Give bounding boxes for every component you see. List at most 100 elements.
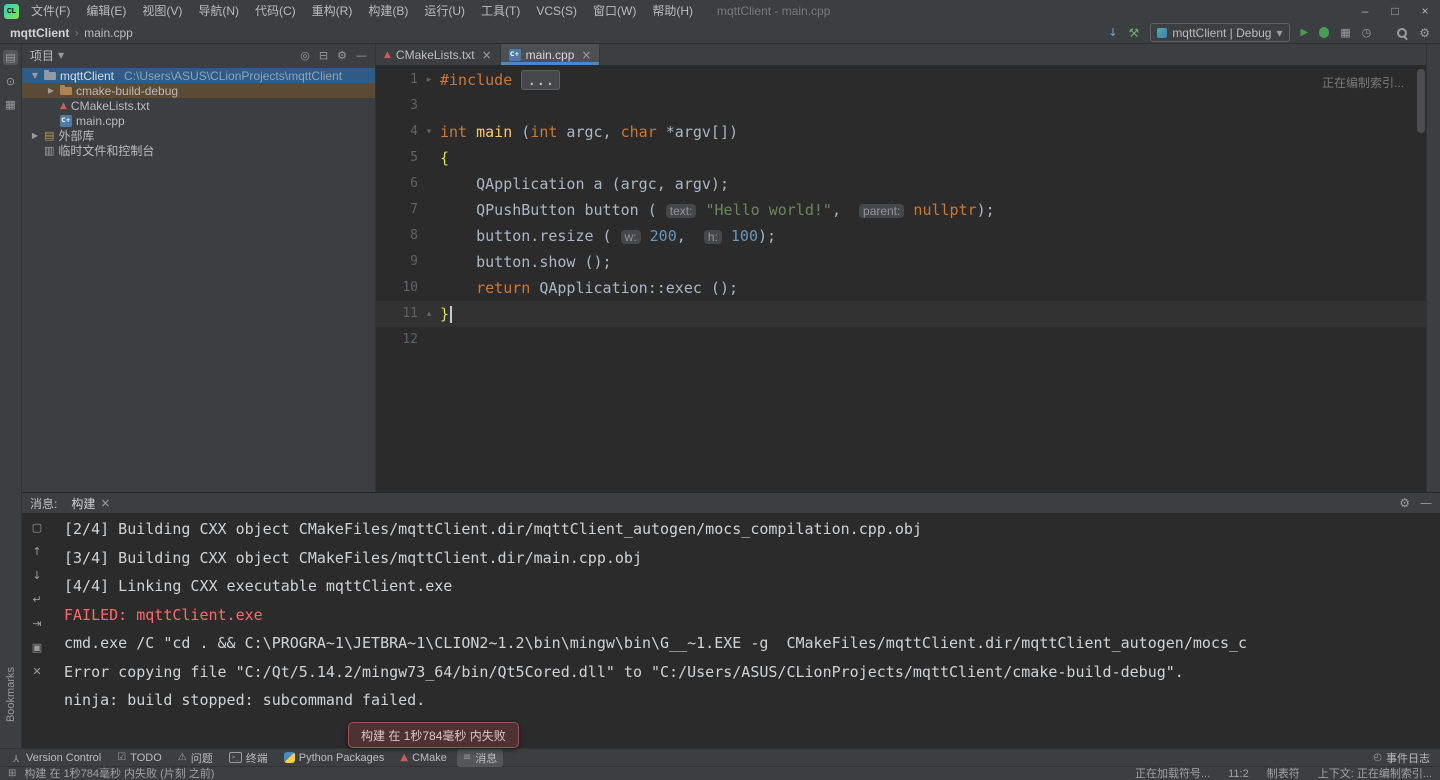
breadcrumb-project[interactable]: mqttClient (10, 26, 69, 40)
fold-marker-icon (418, 197, 440, 223)
close-icon[interactable]: × (1410, 0, 1440, 22)
up-icon[interactable]: ↑ (32, 545, 41, 558)
structure-icon[interactable]: ▦ (5, 98, 15, 111)
editor-scrollbar[interactable] (1416, 66, 1426, 492)
minimize-icon[interactable]: – (1350, 0, 1380, 22)
editor-tab[interactable]: ▲ CMakeLists.txt × (376, 44, 501, 65)
settings-icon[interactable]: ⚙ (1419, 26, 1430, 40)
tool-window-tab[interactable]: ▲ CMake (394, 751, 453, 765)
tree-expand-icon[interactable]: ▶ (30, 131, 40, 140)
maximize-icon[interactable]: □ (1380, 0, 1410, 22)
code-area: 1 ▸ #include ... 3 4 ▾ int main (int argc, cha… (376, 67, 1426, 353)
menu-item[interactable]: 帮助(H) (644, 0, 701, 22)
tool-window-switcher-icon[interactable]: ⊞ (8, 767, 16, 780)
project-icon[interactable]: ▤ (3, 50, 18, 65)
menu-item[interactable]: 运行(U) (416, 0, 473, 22)
line-number: 4 (410, 124, 418, 139)
close-icon[interactable]: × (581, 48, 591, 62)
project-panel-title[interactable]: 项目 (30, 47, 54, 64)
menu-item[interactable]: 窗口(W) (585, 0, 644, 22)
tool-window-tab[interactable]: ☑ TODO (111, 751, 168, 765)
hammer-icon[interactable]: ⚒ (1129, 26, 1140, 40)
event-log-button[interactable]: ◴ 事件日志 (1373, 750, 1434, 766)
code-line: 8 button.resize ( w: 200, h: 100); (376, 223, 1426, 249)
menu-item[interactable]: 代码(C) (247, 0, 304, 22)
editor-tab[interactable]: main.cpp × (500, 44, 601, 65)
commit-icon[interactable]: ⊙ (6, 75, 15, 88)
bottom-tabs-container: Version Control ☑TODO ⚠问题 终端 Python Packages… (6, 748, 504, 767)
fold-marker-icon (418, 249, 440, 275)
fold-marker-icon[interactable]: ▾ (418, 119, 440, 145)
line-number: 7 (410, 202, 418, 217)
search-icon[interactable] (1396, 27, 1408, 39)
hide-icon[interactable]: — (1420, 496, 1432, 510)
menu-bar: 文件(F) 编辑(E) 视图(V) 导航(N) 代码(C) 重构(R) 构建(B) 运行(U)… (23, 0, 701, 22)
collapse-icon[interactable]: ⊟ (319, 49, 328, 62)
tree-row[interactable]: main.cpp (22, 113, 375, 128)
indent-indicator[interactable]: 制表符 (1267, 767, 1300, 780)
menu-item[interactable]: VCS(S) (528, 0, 585, 22)
tool-window-tab[interactable]: Python Packages (278, 751, 391, 765)
tool-window-tab[interactable]: ⚠ 问题 (172, 749, 219, 767)
tree-expand-icon[interactable]: ▶ (46, 86, 56, 95)
code-editor[interactable]: 1 ▸ #include ... 3 4 ▾ int main (int argc, cha… (376, 66, 1426, 492)
scroll-end-icon[interactable]: ⇥ (32, 617, 41, 630)
print-icon[interactable]: ▣ (32, 641, 42, 654)
fold-marker-icon[interactable]: ▴ (418, 301, 440, 327)
menu-item[interactable]: 重构(R) (304, 0, 361, 22)
cmake-icon: ▲ (60, 100, 67, 111)
tree-row[interactable]: ▥ 临时文件和控制台 (22, 143, 375, 158)
line-number: 11 (402, 306, 418, 321)
tree-row[interactable]: ▼ mqttClient C:\Users\ASUS\CLionProjects\m… (22, 68, 375, 83)
build-failed-balloon[interactable]: 构建 在 1秒784毫秒 内失败 (348, 722, 519, 748)
nav-left-icons: ↓ ⚒ (1108, 26, 1139, 40)
clear-icon[interactable]: ✕ (32, 665, 41, 678)
context-indicator: 上下文: 正在编制索引... (1317, 767, 1432, 780)
hide-icon[interactable]: — (356, 49, 367, 62)
tree-row[interactable]: ▶ ▤ 外部库 (22, 128, 375, 143)
tool-window-tab[interactable]: Version Control (6, 751, 107, 765)
settings-icon[interactable]: ⚙ (337, 49, 347, 62)
profiler-icon[interactable]: ◷ (1362, 26, 1372, 39)
code-text: button.show (); (440, 253, 612, 271)
down-icon[interactable]: ↓ (32, 569, 41, 582)
problems-icon: ⚠ (177, 752, 187, 763)
bookmarks-tool-button[interactable]: Bookmarks (5, 667, 17, 722)
tool-window-tab[interactable]: 终端 (223, 749, 274, 767)
tree-path: C:\Users\ASUS\CLionProjects\mqttClient (124, 68, 343, 83)
run-config-select[interactable]: mqttClient | Debug ▾ (1150, 23, 1290, 42)
chevron-down-icon[interactable]: ▾ (58, 48, 64, 62)
tree-row[interactable]: ▲ CMakeLists.txt (22, 98, 375, 113)
titlebar: CL 文件(F) 编辑(E) 视图(V) 导航(N) 代码(C) 重构(R) 构建(B) 运行… (0, 0, 1440, 22)
breadcrumb-file[interactable]: main.cpp (84, 26, 133, 40)
menu-item[interactable]: 构建(B) (360, 0, 416, 22)
event-log-label: 事件日志 (1386, 752, 1430, 765)
close-icon[interactable]: × (100, 496, 110, 510)
tool-window-tab-label: CMake (412, 751, 447, 764)
vcs-update-icon[interactable]: ↓ (1108, 26, 1117, 39)
menu-item[interactable]: 编辑(E) (78, 0, 134, 22)
soft-wrap-icon[interactable]: ↵ (32, 593, 41, 606)
locate-icon[interactable]: ◎ (300, 49, 310, 62)
menu-item[interactable]: 文件(F) (23, 0, 78, 22)
project-tree[interactable]: ▼ mqttClient C:\Users\ASUS\CLionProjects\m… (22, 66, 375, 158)
build-tab[interactable]: 构建 × (67, 495, 114, 512)
editor-tabbar: ▲ CMakeLists.txt × main.cpp × (376, 44, 1426, 66)
caret-position[interactable]: 11:2 (1228, 767, 1249, 780)
coverage-icon[interactable]: ▦ (1340, 26, 1350, 39)
scrollbar-thumb[interactable] (1417, 69, 1425, 133)
build-output[interactable]: [2/4] Building CXX object CMakeFiles/mqt… (52, 513, 1440, 748)
run-icon[interactable]: ▶ (1301, 27, 1309, 38)
menu-item[interactable]: 工具(T) (473, 0, 528, 22)
menu-item[interactable]: 导航(N) (190, 0, 247, 22)
tree-row[interactable]: ▶ cmake-build-debug (22, 83, 375, 98)
close-icon[interactable]: × (482, 48, 492, 62)
fold-marker-icon[interactable]: ▸ (418, 67, 440, 93)
settings-icon[interactable]: ⚙ (1399, 496, 1410, 510)
pin-icon[interactable]: ▢ (32, 521, 42, 534)
scratch-icon: ▥ (44, 144, 55, 157)
menu-item[interactable]: 视图(V) (134, 0, 190, 22)
debug-icon[interactable] (1319, 27, 1330, 38)
tree-expand-icon[interactable]: ▼ (30, 71, 40, 80)
tool-window-tab[interactable]: ≡ 消息 (456, 748, 504, 767)
